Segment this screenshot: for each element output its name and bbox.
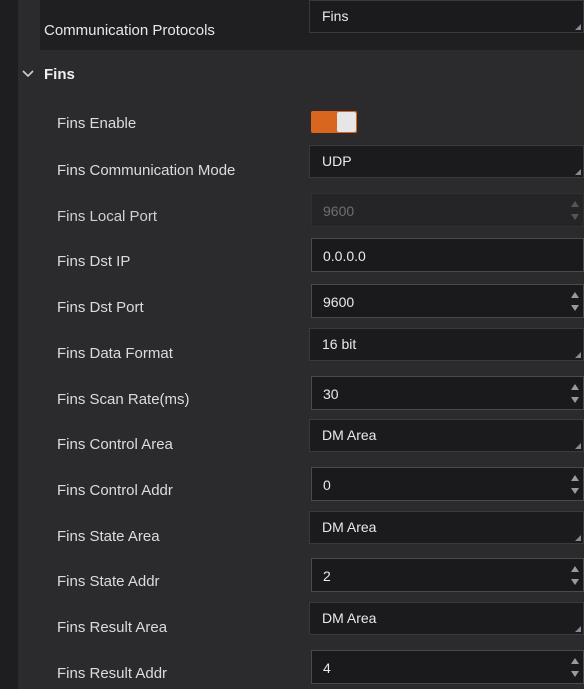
chevron-down-icon[interactable]: [20, 66, 36, 82]
dropdown-corner-icon: [575, 24, 581, 30]
result-area-value: DM Area: [322, 610, 377, 626]
state-addr-value: 2: [323, 568, 331, 584]
scan-rate-spinbox[interactable]: 30: [311, 376, 584, 410]
communication-protocols-label: Communication Protocols: [44, 22, 215, 39]
spin-up-arrow-icon[interactable]: [571, 475, 579, 481]
left-gutter: [0, 0, 18, 693]
panel-bottom-edge: [0, 689, 584, 693]
label-state-addr: Fins State Addr: [57, 573, 160, 590]
toggle-knob: [337, 112, 356, 132]
data-format-select[interactable]: 16 bit: [309, 328, 584, 361]
dropdown-corner-icon: [575, 535, 581, 541]
dst-port-value: 9600: [323, 294, 355, 310]
state-area-select[interactable]: DM Area: [309, 511, 584, 544]
dropdown-corner-icon: [575, 169, 581, 175]
scan-rate-value: 30: [323, 386, 339, 402]
dropdown-corner-icon: [575, 443, 581, 449]
control-addr-value: 0: [323, 477, 331, 493]
communication-protocols-select[interactable]: Fins: [309, 0, 584, 33]
dst-port-spinbox[interactable]: 9600: [311, 284, 584, 318]
label-local-port: Fins Local Port: [57, 208, 158, 225]
label-result-addr: Fins Result Addr: [57, 665, 168, 682]
dst-ip-input[interactable]: 0.0.0.0: [311, 238, 584, 272]
label-comm-mode: Fins Communication Mode: [57, 162, 236, 179]
label-control-addr: Fins Control Addr: [57, 482, 173, 499]
result-addr-value: 4: [323, 660, 331, 676]
state-area-value: DM Area: [322, 519, 377, 535]
fins-enable-label: Fins Enable: [57, 115, 137, 132]
control-area-select[interactable]: DM Area: [309, 419, 584, 452]
spin-up-arrow-icon[interactable]: [571, 384, 579, 390]
fins-group-header[interactable]: [18, 60, 584, 90]
state-addr-spinbox[interactable]: 2: [311, 558, 584, 592]
label-dst-ip: Fins Dst IP: [57, 253, 131, 270]
dropdown-corner-icon: [575, 626, 581, 632]
control-addr-spinbox[interactable]: 0: [311, 467, 584, 501]
comm-mode-value: UDP: [322, 153, 352, 169]
label-state-area: Fins State Area: [57, 528, 160, 545]
fins-settings-panel: Communication Protocols Fins Fins Fins E…: [0, 0, 584, 693]
control-area-value: DM Area: [322, 427, 377, 443]
dropdown-corner-icon: [575, 352, 581, 358]
communication-protocols-value: Fins: [322, 8, 349, 24]
spin-down-arrow-icon[interactable]: [571, 397, 579, 403]
comm-mode-select[interactable]: UDP: [309, 145, 584, 178]
fins-enable-toggle[interactable]: [311, 111, 357, 133]
spin-down-arrow-icon[interactable]: [571, 671, 579, 677]
spin-up-arrow-icon[interactable]: [571, 658, 579, 664]
local-port-spinbox: 9600: [311, 193, 584, 227]
label-data-format: Fins Data Format: [57, 345, 173, 362]
spin-down-arrow-icon: [571, 214, 579, 220]
spin-up-arrow-icon[interactable]: [571, 566, 579, 572]
label-result-area: Fins Result Area: [57, 619, 168, 636]
spin-down-arrow-icon[interactable]: [571, 579, 579, 585]
dst-ip-value: 0.0.0.0: [323, 248, 366, 264]
spin-up-arrow-icon: [571, 201, 579, 207]
data-format-value: 16 bit: [322, 336, 357, 352]
label-control-area: Fins Control Area: [57, 436, 173, 453]
local-port-value: 9600: [323, 203, 355, 219]
label-dst-port: Fins Dst Port: [57, 299, 144, 316]
fins-group-title: Fins: [44, 66, 75, 83]
result-addr-spinbox[interactable]: 4: [311, 650, 584, 684]
result-area-select[interactable]: DM Area: [309, 602, 584, 635]
label-scan-rate: Fins Scan Rate(ms): [57, 391, 190, 408]
spin-up-arrow-icon[interactable]: [571, 292, 579, 298]
spin-down-arrow-icon[interactable]: [571, 305, 579, 311]
spin-down-arrow-icon[interactable]: [571, 488, 579, 494]
